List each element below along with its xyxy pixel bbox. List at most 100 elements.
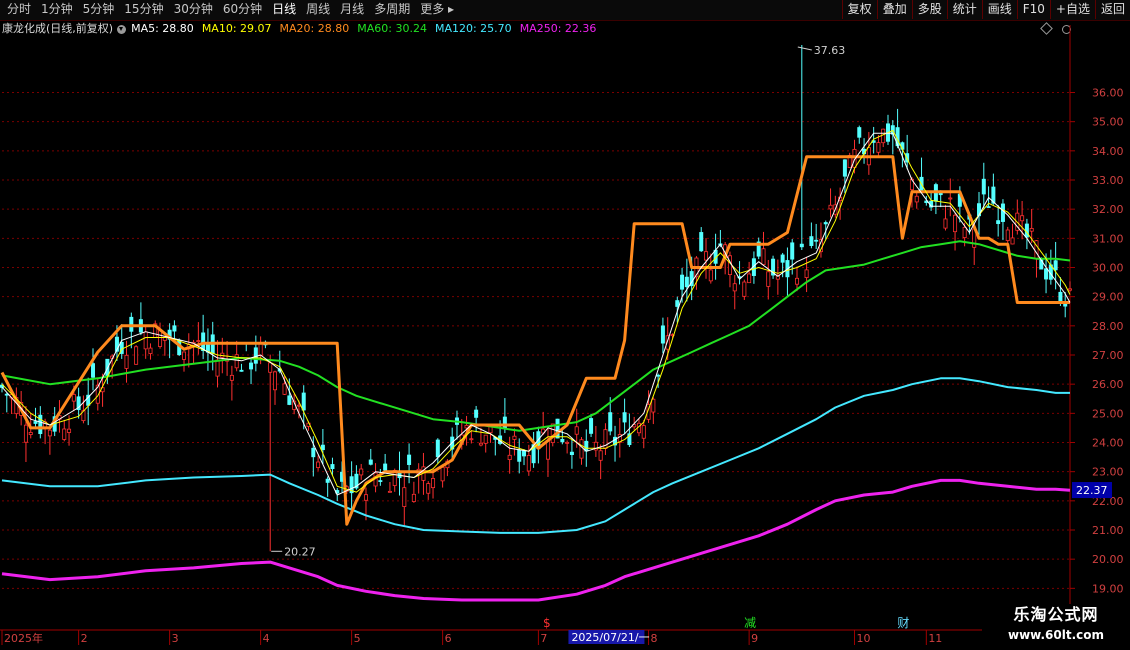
candle-body [301,392,306,411]
candle-body [823,222,828,225]
candle-body [287,395,292,405]
candle-body [742,281,747,297]
candle-body [378,480,383,482]
candle-body [181,351,186,360]
x-tick-label: 11 [928,632,942,645]
candle-body [62,428,67,440]
candle-body [71,394,76,402]
candle-body [134,346,139,365]
y-tick-label: 26.00 [1092,378,1124,391]
candle-body [641,425,646,439]
candle-body [148,347,153,354]
candle-body [790,242,795,260]
x-tick-label: 10 [856,632,870,645]
candle-body [761,248,766,265]
candle-body [296,404,301,407]
x-tick-label: 6 [445,632,452,645]
low-price-label: 20.27 [284,545,316,558]
x-tick-label: 7 [540,632,547,645]
watermark: 乐淘公式网 www.60lt.com [982,604,1130,650]
x-tick-label: 9 [751,632,758,645]
y-tick-label: 27.00 [1092,349,1124,362]
candle-body [268,362,273,373]
candle-body [780,254,785,263]
candle-body [272,371,277,391]
candle-body [234,354,239,369]
candle-body [881,128,886,144]
candle-body [507,454,512,460]
candle-body [196,340,201,342]
candle-body [517,449,522,462]
candle-body [1058,291,1063,302]
candle-body [569,451,574,455]
candle-body [1005,229,1010,241]
candle-body [660,325,665,344]
candle-body [320,444,325,451]
candle-body [129,316,134,332]
candle-body [809,236,814,246]
candle-body [1044,268,1049,280]
candle-body [747,273,752,284]
candle-body [23,424,28,443]
candle-body [948,197,953,200]
y-tick-label: 21.00 [1092,524,1124,537]
candle-body [402,487,407,507]
candle-body [522,450,527,457]
candle-body [512,435,517,440]
candle-body [598,450,603,461]
candle-body [158,330,163,347]
y-tick-label: 32.00 [1092,203,1124,216]
y-tick-label: 30.00 [1092,262,1124,275]
candle-body [680,274,685,290]
candle-body [464,424,469,429]
candle-body [1000,203,1005,222]
candle-body [651,398,656,413]
candle-body [478,442,483,446]
candle-body [526,455,531,472]
candle-body [47,429,52,437]
candle-body [684,276,689,288]
candle-body [387,490,392,493]
candle-body [545,440,550,460]
candle-body [330,464,335,470]
candle-body [172,325,177,332]
candle-body [363,494,368,501]
ma-line-ma10 [1,129,1071,493]
candle-body [708,269,713,282]
candle-body [1024,223,1029,238]
candle-body [502,416,507,429]
event-marker[interactable]: 减 [744,616,756,630]
candle-body [579,439,584,459]
candle-body [732,283,737,292]
y-tick-label: 31.00 [1092,232,1124,245]
candle-body [407,454,412,465]
ma-line-ma20 [0,155,1070,526]
candle-body [316,461,321,468]
ma-line-ma120 [1,377,1070,534]
candle-body [608,412,613,432]
candle-body [435,439,440,458]
candle-body [766,271,771,287]
event-marker[interactable]: $ [543,616,551,630]
x-tick-label: 5 [354,632,361,645]
candle-body [842,159,847,177]
candle-body [124,354,129,369]
event-marker[interactable]: 财 [897,616,909,630]
y-tick-label: 34.00 [1092,145,1124,158]
x-tick-label: 4 [263,632,270,645]
y-tick-label: 25.00 [1092,407,1124,420]
watermark-url: www.60lt.com [1007,628,1105,642]
y-tick-label: 19.00 [1092,582,1124,595]
candle-body [962,226,967,239]
candle-body [795,277,800,285]
candle-body [704,251,709,261]
candle-body [67,428,72,433]
candle-body [814,239,819,242]
watermark-title: 乐淘公式网 [1013,605,1099,624]
candle-body [483,434,488,444]
candle-body [986,206,991,208]
x-tick-label: 2025年 [4,631,43,645]
candle-body [258,343,263,357]
candle-body [953,214,958,233]
candle-body [325,478,330,483]
